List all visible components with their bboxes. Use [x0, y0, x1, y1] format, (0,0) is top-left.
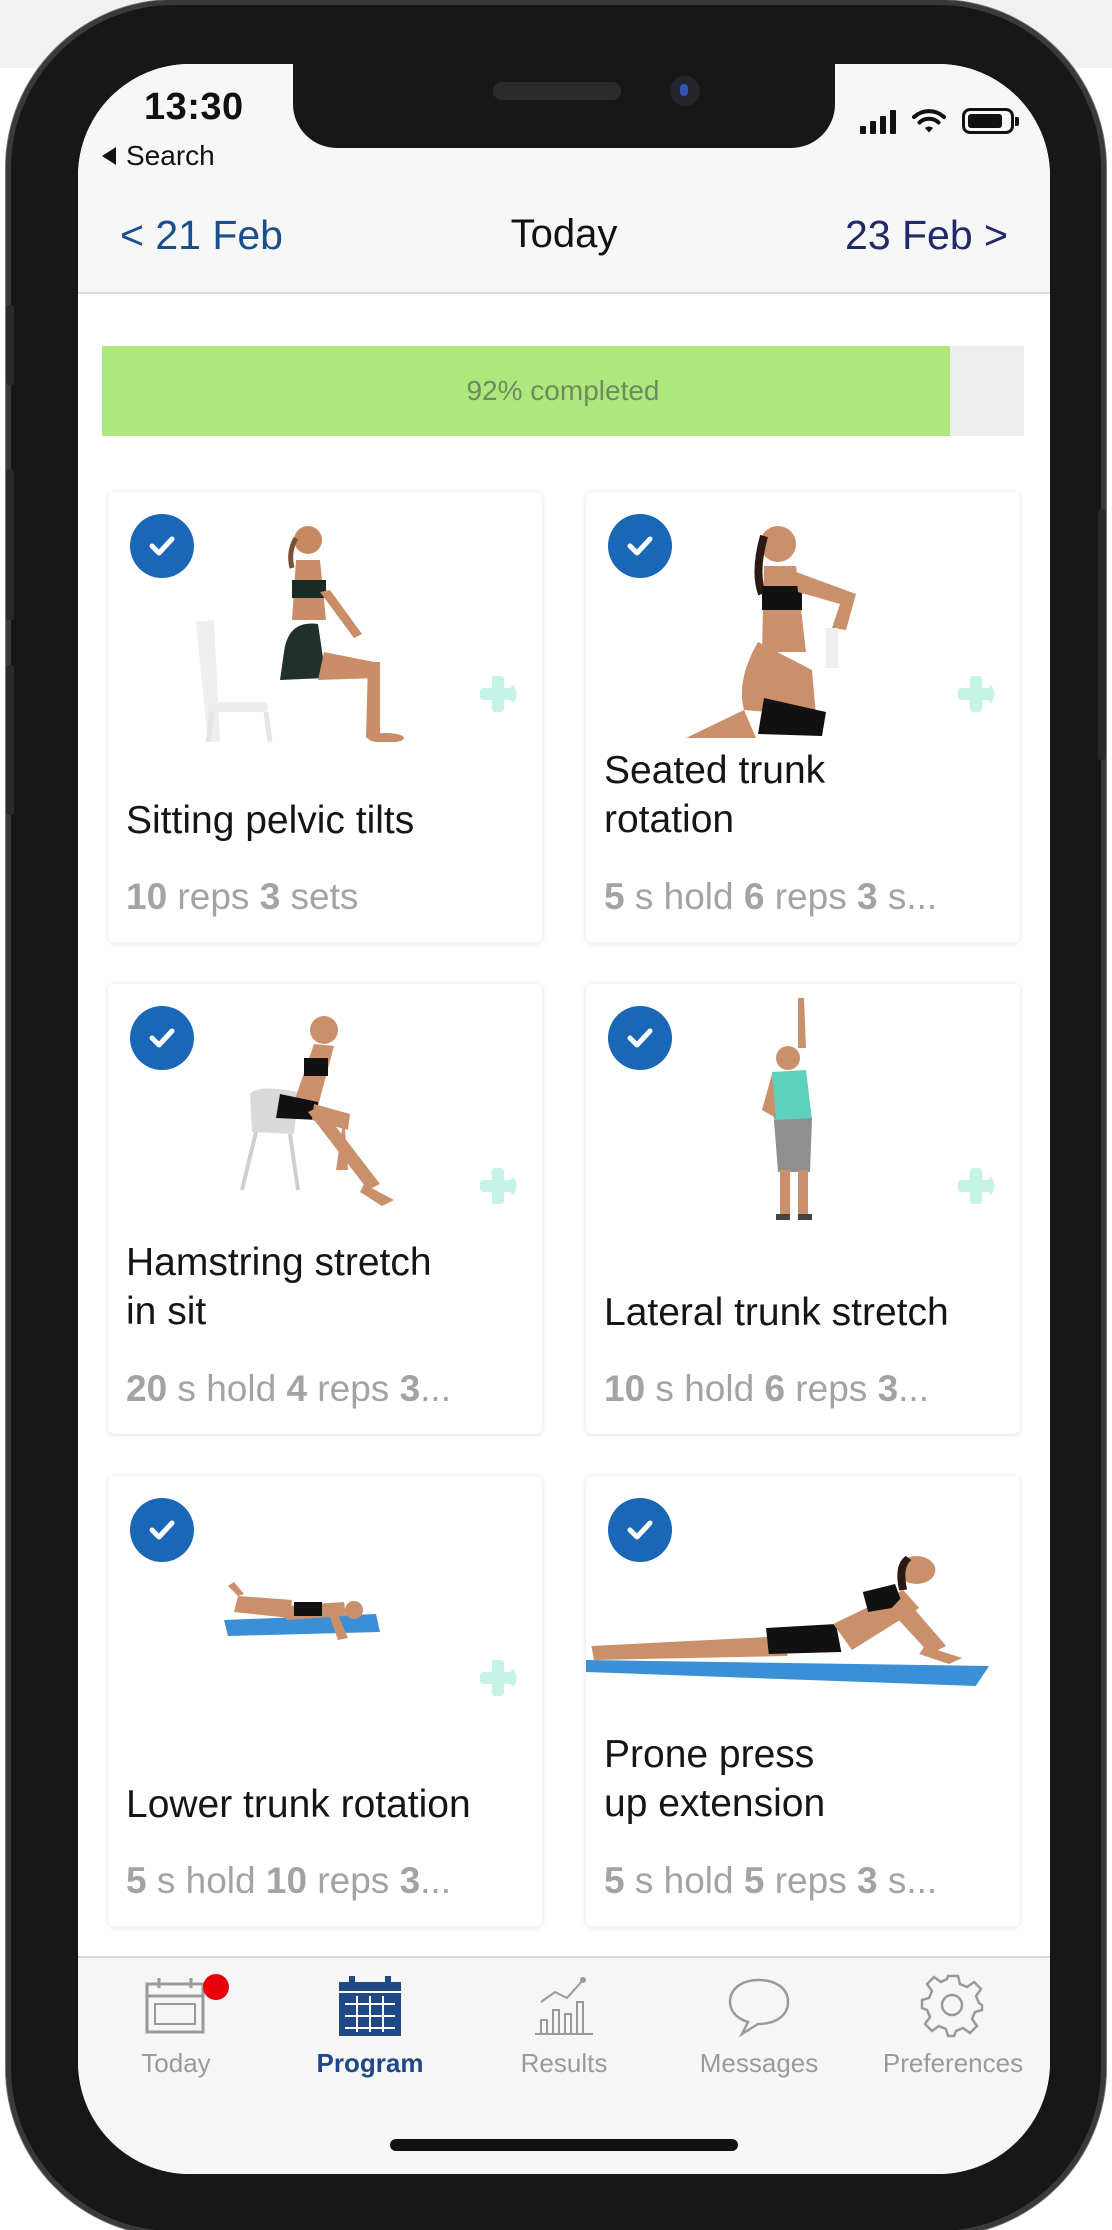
dosage-value: 3 — [857, 876, 878, 917]
battery-icon — [962, 108, 1019, 134]
exercise-title: Hamstring stretch in sit — [126, 1241, 432, 1333]
chart-icon — [535, 1977, 593, 2035]
home-indicator — [390, 2139, 738, 2151]
add-plus-icon[interactable] — [476, 1164, 520, 1208]
exercise-illustration — [762, 998, 812, 1220]
dosage-value: 10 — [126, 876, 168, 917]
add-plus-icon[interactable] — [476, 1656, 520, 1700]
exercise-dosage: 10 s hold 6 reps 3... — [604, 1368, 929, 1409]
exercise-illustration — [240, 1016, 394, 1206]
exercise-dosage: 10 reps 3 sets — [126, 876, 359, 917]
exercise-title: Sitting pelvic tilts — [126, 799, 415, 842]
back-label: Search — [126, 140, 215, 171]
speech-bubble-icon — [728, 1978, 790, 2038]
exercise-dosage: 5 s hold 5 reps 3 s... — [604, 1860, 938, 1901]
volume-down-button — [6, 665, 14, 815]
calendar-grid-icon — [339, 1976, 401, 2036]
screen: 13:30 Search < 21 Feb Today 23 Feb > 92%… — [78, 64, 1050, 2174]
dosage-value: 3 — [877, 1368, 899, 1409]
exercise-dosage: 20 s hold 4 reps 3... — [126, 1368, 451, 1409]
tab-preferences[interactable]: Preferences — [856, 1972, 1050, 2092]
add-plus-icon[interactable] — [954, 1164, 998, 1208]
exercise-dosage: 5 s hold 10 reps 3... — [126, 1860, 451, 1901]
tab-results[interactable]: Results — [467, 1972, 661, 2092]
tab-messages[interactable]: Messages — [662, 1972, 856, 2092]
exercise-card-prone-press-up-extension[interactable]: Prone press up extension 5 s hold 5 reps… — [586, 1476, 1020, 1926]
completed-check-icon — [608, 1006, 672, 1070]
cellular-signal-icon — [860, 110, 896, 134]
add-plus-icon[interactable] — [476, 672, 520, 716]
dosage-value: 5 — [604, 1860, 625, 1901]
front-camera — [670, 76, 700, 106]
power-button — [1098, 510, 1106, 760]
completed-check-icon — [130, 1498, 194, 1562]
dosage-value: 4 — [286, 1368, 308, 1409]
tab-label: Preferences — [882, 2048, 1024, 2078]
exercise-card-lateral-trunk-stretch[interactable]: Lateral trunk stretch 10 s hold 6 reps 3… — [586, 984, 1020, 1434]
system-icons — [860, 108, 1019, 134]
back-triangle-icon — [102, 147, 116, 165]
exercise-title: Prone press up extension — [604, 1733, 826, 1825]
completed-check-icon — [130, 514, 194, 578]
tab-label: Program — [316, 2048, 424, 2078]
exercise-title: Seated trunk rotation — [604, 749, 826, 841]
dosage-value: 20 — [126, 1368, 168, 1409]
back-to-search-button[interactable]: Search — [102, 140, 215, 172]
progress-bar: 92% completed — [102, 346, 1024, 436]
add-plus-icon[interactable] — [954, 672, 998, 716]
wifi-icon — [912, 109, 946, 133]
gear-icon — [920, 1974, 984, 2038]
dosage-value: 6 — [743, 876, 765, 917]
exercise-card-lower-trunk-rotation[interactable]: Lower trunk rotation 5 s hold 10 reps 3.… — [108, 1476, 542, 1926]
speaker — [493, 82, 621, 100]
tab-program[interactable]: Program — [273, 1972, 467, 2092]
exercise-title: Lateral trunk stretch — [604, 1291, 949, 1334]
completed-check-icon — [130, 1006, 194, 1070]
calendar-outline-icon — [145, 1978, 205, 2034]
exercise-card-hamstring-stretch-in-sit[interactable]: Hamstring stretch in sit 20 s hold 4 rep… — [108, 984, 542, 1434]
volume-up-button — [6, 470, 14, 620]
progress-label: 92% completed — [466, 375, 660, 406]
dosage-value: 5 — [743, 1860, 765, 1901]
notch — [293, 64, 835, 148]
next-day-button[interactable]: 23 Feb > — [845, 212, 1008, 259]
completed-check-icon — [608, 514, 672, 578]
previous-day-button[interactable]: < 21 Feb — [120, 212, 283, 259]
tab-today[interactable]: Today — [79, 1972, 273, 2092]
exercise-illustration — [686, 526, 856, 738]
status-time: 13:30 — [144, 86, 244, 128]
date-navigation: < 21 Feb Today 23 Feb > — [78, 204, 1050, 294]
exercise-dosage: 5 s hold 6 reps 3 s... — [604, 876, 938, 917]
dosage-value: 5 — [604, 876, 625, 917]
mute-switch — [6, 305, 14, 385]
dosage-value: 10 — [265, 1860, 308, 1901]
header: 13:30 Search < 21 Feb Today 23 Feb > — [78, 64, 1050, 294]
tab-label: Messages — [699, 2048, 819, 2078]
exercise-illustration — [224, 1582, 380, 1640]
dosage-value: 3 — [399, 1368, 421, 1409]
dosage-value: 3 — [399, 1860, 421, 1901]
dosage-value: 5 — [126, 1860, 147, 1901]
dosage-value: 6 — [764, 1368, 786, 1409]
exercise-card-seated-trunk-rotation[interactable]: Seated trunk rotation 5 s hold 6 reps 3 … — [586, 492, 1020, 942]
exercise-card-sitting-pelvic-tilts[interactable]: Sitting pelvic tilts 10 reps 3 sets — [108, 492, 542, 942]
dosage-value: 3 — [857, 1860, 878, 1901]
tab-label: Today — [141, 2048, 211, 2078]
exercise-title: Lower trunk rotation — [126, 1783, 471, 1826]
dosage-value: 10 — [604, 1368, 646, 1409]
dosage-value: 3 — [259, 876, 281, 917]
exercise-illustration — [196, 526, 404, 742]
notification-badge — [203, 1974, 229, 2000]
phone-frame: 13:30 Search < 21 Feb Today 23 Feb > 92%… — [6, 0, 1106, 2230]
tab-label: Results — [520, 2048, 608, 2078]
completed-check-icon — [608, 1498, 672, 1562]
